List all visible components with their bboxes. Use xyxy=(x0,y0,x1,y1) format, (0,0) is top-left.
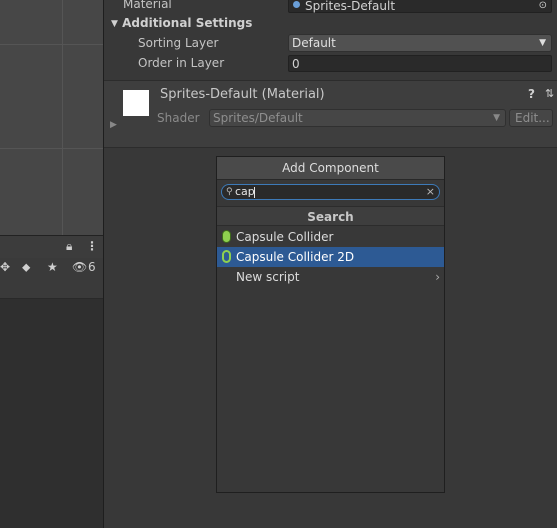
edit-button-label: Edit... xyxy=(515,111,550,125)
material-icon xyxy=(293,1,300,8)
order-in-layer-value: 0 xyxy=(292,57,300,71)
sorting-layer-value: Default xyxy=(292,36,336,50)
material-preview-swatch xyxy=(123,90,149,116)
chevron-down-icon: ▼ xyxy=(493,113,500,123)
search-section-title: Search xyxy=(217,206,444,226)
grid-line xyxy=(62,0,63,235)
list-item-label: Capsule Collider 2D xyxy=(236,250,355,264)
sorting-layer-dropdown[interactable]: Default ▼ xyxy=(288,34,552,52)
scene-view[interactable] xyxy=(0,0,103,235)
foldout-arrow-icon: ▼ xyxy=(111,19,118,29)
scene-toolbar: ✥ ⬥ ★ 👁︎ 6 xyxy=(0,258,103,299)
search-field[interactable]: ⚲ cap × xyxy=(221,184,440,200)
capsule-collider-2d-icon xyxy=(222,250,231,263)
shader-label: Shader xyxy=(157,111,200,125)
hidden-count: 6 xyxy=(88,260,96,274)
hierarchy-tab-bar: 🔒︎ ⋮ xyxy=(0,235,103,259)
add-component-popup: Add Component ⚲ cap × Search Capsule Col… xyxy=(216,156,445,493)
list-item-new-script[interactable]: New script › xyxy=(217,267,444,287)
clear-search-icon[interactable]: × xyxy=(426,185,435,199)
search-input[interactable]: cap xyxy=(235,185,255,199)
hidden-eye-icon[interactable]: 👁︎ xyxy=(72,260,87,274)
shader-dropdown[interactable]: Sprites/Default ▼ xyxy=(209,109,506,127)
settings-icon[interactable]: ⇅ xyxy=(545,87,554,101)
chevron-down-icon: ▼ xyxy=(539,38,546,48)
search-icon: ⚲ xyxy=(226,187,233,197)
object-picker-icon[interactable]: ⊙ xyxy=(539,0,547,14)
capsule-collider-icon xyxy=(222,230,231,243)
order-in-layer-field[interactable]: 0 xyxy=(288,55,552,72)
add-component-title: Add Component xyxy=(217,157,444,180)
chevron-right-icon: › xyxy=(435,270,440,284)
list-item-capsule-collider[interactable]: Capsule Collider xyxy=(217,227,444,247)
text-cursor xyxy=(254,187,255,198)
list-item-label: Capsule Collider xyxy=(236,230,334,244)
additional-settings-label: Additional Settings xyxy=(122,16,253,30)
layers-icon[interactable]: ✥ xyxy=(0,260,10,274)
list-item-capsule-collider-2d[interactable]: Capsule Collider 2D xyxy=(217,247,444,267)
additional-settings-foldout[interactable]: ▼ Additional Settings xyxy=(111,16,252,30)
material-field[interactable]: Sprites-Default ⊙ xyxy=(288,0,552,13)
grid-line xyxy=(0,44,103,45)
shader-value: Sprites/Default xyxy=(213,111,303,125)
help-icon[interactable]: ? xyxy=(528,87,535,101)
edit-shader-button[interactable]: Edit... xyxy=(509,109,553,127)
foldout-right-icon[interactable]: ▶ xyxy=(110,118,117,132)
sorting-layer-label: Sorting Layer xyxy=(138,36,219,50)
tag-icon[interactable]: ⬥ xyxy=(22,260,30,274)
material-label: Material xyxy=(123,0,172,11)
material-title: Sprites-Default (Material) xyxy=(160,87,325,102)
left-panel xyxy=(0,299,103,528)
grid-line xyxy=(0,148,103,149)
material-value: Sprites-Default xyxy=(305,0,396,13)
lock-icon[interactable]: 🔒︎ xyxy=(66,239,72,253)
order-in-layer-label: Order in Layer xyxy=(138,56,225,70)
star-icon[interactable]: ★ xyxy=(47,260,58,274)
more-menu-icon[interactable]: ⋮ xyxy=(86,239,98,253)
list-item-label: New script xyxy=(236,270,300,284)
